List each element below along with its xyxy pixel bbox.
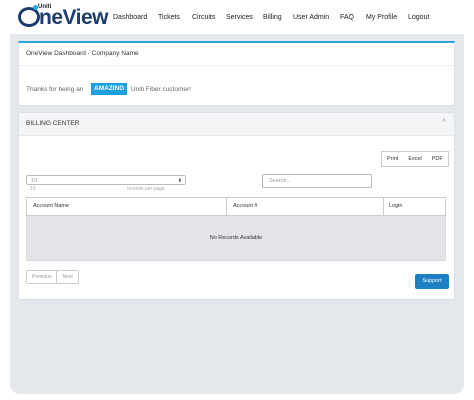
billing-table: Account Name Account # Login No Records …: [26, 197, 446, 261]
empty-table-message: No Records Available: [26, 216, 446, 261]
thanks-text: Thanks for being an: [26, 86, 84, 93]
oneview-logo[interactable]: Uniti neView ™: [18, 4, 108, 30]
pdf-button[interactable]: PDF: [426, 152, 448, 166]
select-arrows-icon: ⬍: [177, 178, 182, 184]
logo-dot: [33, 5, 38, 10]
logo-trademark: ™: [98, 10, 102, 15]
table-header: Account Name Account # Login: [26, 197, 446, 216]
previous-page-button[interactable]: Previous: [27, 271, 57, 283]
column-account-number[interactable]: Account #: [233, 198, 257, 215]
billing-center-card: BILLING CENTER ˄ Print Excel PDF 10 ⬍ 10…: [18, 112, 455, 300]
dashboard-title: OneView Dashboard - Company Name: [26, 50, 139, 57]
divider: [19, 65, 454, 66]
amazing-badge: AMAZING: [91, 83, 128, 95]
next-page-button[interactable]: Next: [56, 271, 78, 283]
nav-faq[interactable]: FAQ: [340, 14, 354, 21]
column-account-name[interactable]: Account Name: [33, 198, 69, 215]
records-per-page-label: records per page: [127, 186, 165, 192]
nav-tickets[interactable]: Tickets: [158, 14, 180, 21]
search-input[interactable]: Search...: [262, 174, 372, 188]
pagination: Previous Next: [26, 270, 79, 284]
column-divider: [383, 198, 384, 215]
chevron-up-icon[interactable]: ˄: [442, 118, 446, 125]
nav-services[interactable]: Services: [226, 14, 253, 21]
column-divider: [226, 198, 227, 215]
export-button-group: Print Excel PDF: [381, 151, 449, 167]
nav-billing[interactable]: Billing: [263, 14, 282, 21]
page-length-value: 10: [31, 178, 38, 184]
logo-o-mark: [18, 7, 40, 27]
nav-my-profile[interactable]: My Profile: [366, 14, 397, 21]
page-length-select[interactable]: 10 ⬍: [26, 175, 186, 185]
nav-user-admin[interactable]: User Admin: [293, 14, 329, 21]
thanks-suffix-text: Uniti Fiber customer!: [131, 86, 191, 93]
nav-logout[interactable]: Logout: [408, 14, 429, 21]
column-login[interactable]: Login: [389, 198, 402, 215]
content-area: OneView Dashboard - Company Name Thanks …: [10, 34, 464, 394]
billing-center-header: BILLING CENTER ˄: [19, 113, 454, 136]
top-navigation-bar: Uniti neView ™ Dashboard Tickets Circuit…: [0, 0, 474, 34]
billing-center-title: BILLING CENTER: [26, 120, 80, 127]
nav-dashboard[interactable]: Dashboard: [113, 14, 147, 21]
nav-circuits[interactable]: Circuits: [192, 14, 215, 21]
print-button[interactable]: Print: [382, 152, 404, 166]
page-length-subvalue: 10: [30, 186, 36, 192]
excel-button[interactable]: Excel: [403, 152, 427, 166]
support-button[interactable]: Support: [415, 274, 449, 289]
dashboard-card: OneView Dashboard - Company Name Thanks …: [18, 41, 455, 106]
